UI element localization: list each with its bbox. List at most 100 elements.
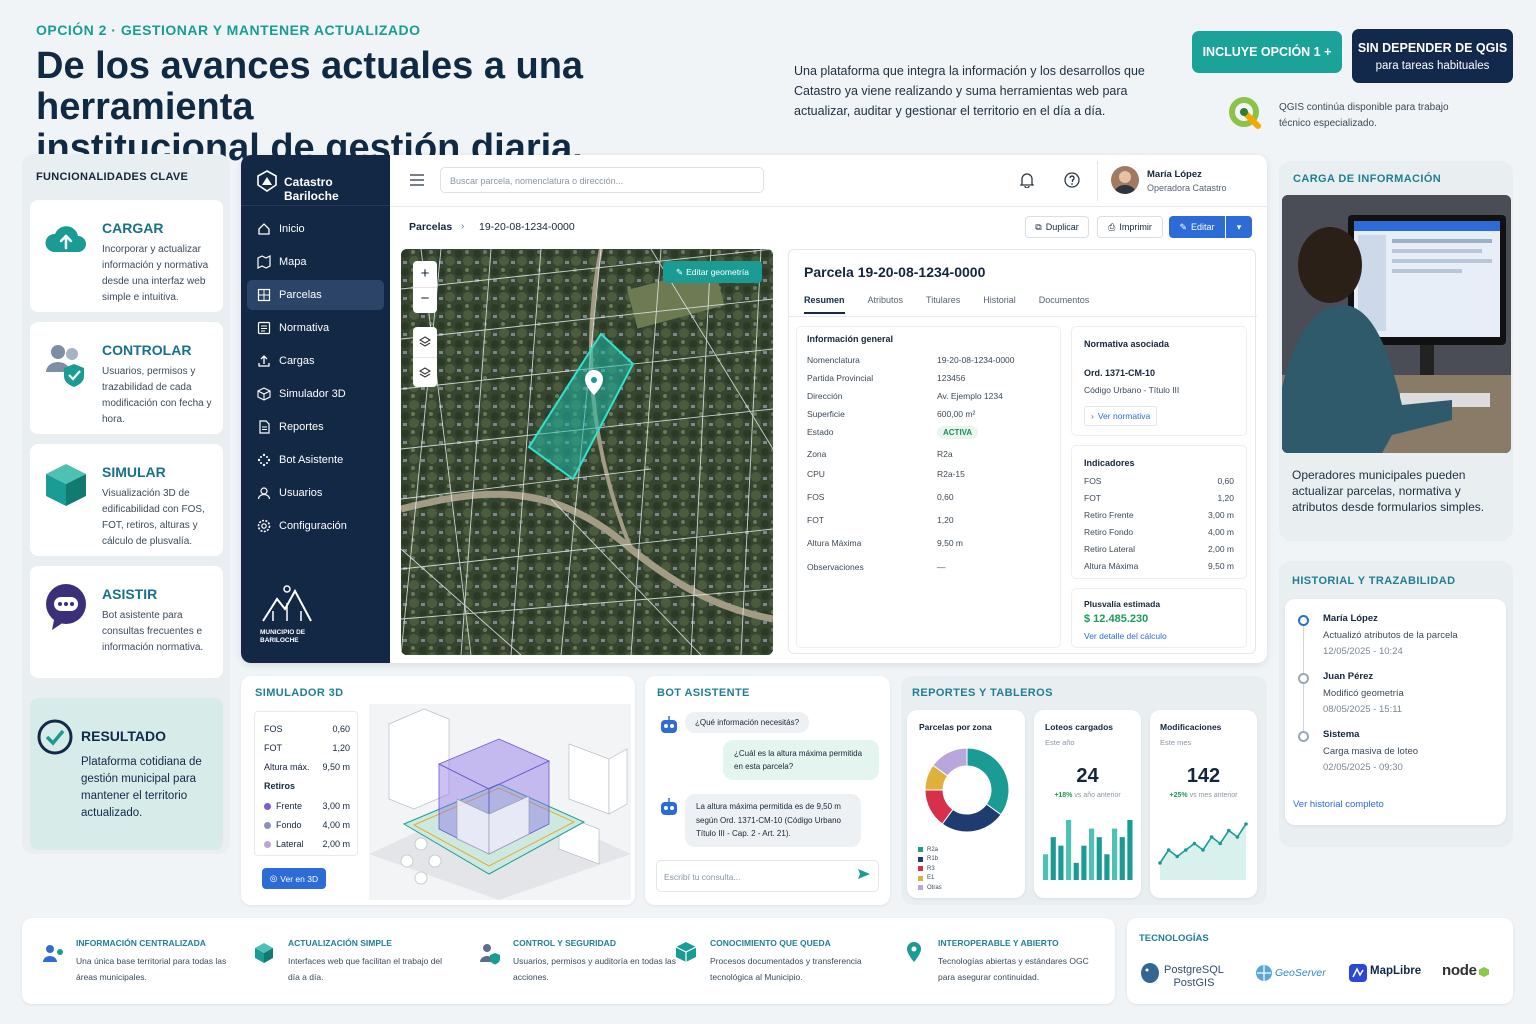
layers-icon[interactable] xyxy=(413,327,437,357)
legend-swatch xyxy=(918,885,923,891)
sidebar-item-bot[interactable]: Bot Asistente xyxy=(247,445,384,475)
sidebar-item-upload[interactable]: Cargas xyxy=(247,346,384,376)
bot-title: BOT ASISTENTE xyxy=(657,687,750,699)
bar xyxy=(1104,854,1110,880)
retiro-value: 4,00 m xyxy=(322,820,350,830)
bar xyxy=(1043,854,1049,880)
legend-swatch xyxy=(918,866,923,872)
modificaciones-card: Modificaciones Este mes 142 +25% vs mes … xyxy=(1150,710,1257,898)
edit-geometry-button[interactable]: ✎ Editar geometría xyxy=(663,261,762,283)
line-point xyxy=(1158,861,1162,865)
timeline-dot xyxy=(1298,731,1309,742)
bar xyxy=(1127,820,1133,880)
sim-param-value: 1,20 xyxy=(332,743,350,753)
benefit-text: Procesos documentados y transferencia te… xyxy=(710,956,862,982)
historial-link[interactable]: Ver historial completo xyxy=(1293,799,1384,810)
timeline-dot xyxy=(1298,615,1309,626)
legend-label: R3 xyxy=(927,865,935,872)
indicators-title: Indicadores xyxy=(1084,458,1135,468)
chat-input[interactable]: Escribí tu consulta... xyxy=(656,860,879,892)
zoom-out-button[interactable]: − xyxy=(413,287,437,313)
historial-when: 02/05/2025 - 09:30 xyxy=(1323,762,1403,773)
bot-panel: BOT ASISTENTE ¿Qué información necesitás… xyxy=(645,676,890,905)
duplicate-button[interactable]: ⧉ Duplicar xyxy=(1025,216,1089,238)
print-button[interactable]: ⎙ Imprimir xyxy=(1097,216,1163,238)
line-point xyxy=(1218,841,1222,846)
bar xyxy=(1119,837,1125,880)
legend-item: R2a xyxy=(918,845,942,855)
sidebar-item-label: Simulador 3D xyxy=(279,388,346,400)
parcel-map[interactable]: + − ✎ Editar geometría xyxy=(401,249,773,655)
feature-text: Usuarios, permisos y trazabilidad de cad… xyxy=(102,366,212,425)
sidebar-item-normativa[interactable]: Normativa xyxy=(247,313,384,343)
feature-title: CONTROLAR xyxy=(102,342,192,358)
sidebar-item-cube[interactable]: Simulador 3D xyxy=(247,379,384,409)
tab-historial[interactable]: Historial xyxy=(983,295,1016,314)
tech-postgis: PostGIS xyxy=(1173,977,1215,989)
legend-item: Otras xyxy=(918,883,942,893)
edit-button[interactable]: ✎ Editar xyxy=(1169,216,1225,238)
3d-building-view[interactable] xyxy=(369,704,631,900)
view-3d-button[interactable]: ◎ Ver en 3D xyxy=(262,868,326,889)
indicator-key: Retiro Frente xyxy=(1084,510,1134,520)
sidebar-item-parcels[interactable]: Parcelas xyxy=(247,280,384,310)
zoom-in-button[interactable]: + xyxy=(413,261,437,287)
indicator-value: 4,00 m xyxy=(1208,527,1234,537)
basemap-icon[interactable] xyxy=(413,357,437,387)
historial-who: Sistema xyxy=(1323,729,1360,740)
robot-icon xyxy=(658,714,680,738)
cube-icon xyxy=(257,387,271,401)
badge-subtitle: para tareas habituales xyxy=(1375,60,1490,72)
general-key: Estado xyxy=(807,427,834,437)
avatar[interactable] xyxy=(1111,166,1139,194)
tab-resumen[interactable]: Resumen xyxy=(804,295,845,314)
postgres-logo: PostgreSQL PostGIS xyxy=(1164,964,1224,990)
tab-documentos[interactable]: Documentos xyxy=(1039,295,1090,314)
plusvalia-title: Plusvalía estimada xyxy=(1084,599,1161,609)
sidebar-item-map[interactable]: Mapa xyxy=(247,247,384,277)
brand-logo-icon xyxy=(256,169,278,193)
breadcrumb-root[interactable]: Parcelas xyxy=(409,221,452,233)
sidebar-item-user[interactable]: Usuarios xyxy=(247,478,384,508)
indicator-key: FOS xyxy=(1084,476,1102,486)
result-title: RESULTADO xyxy=(81,728,167,744)
plusvalia-link[interactable]: Ver detalle del cálculo xyxy=(1084,631,1167,641)
line-area xyxy=(1160,824,1246,880)
loteos-bar-chart xyxy=(1043,820,1133,880)
retiro-key: Frente xyxy=(276,801,303,811)
edit-dropdown-button[interactable]: ▾ xyxy=(1226,216,1252,238)
benefits-strip: INFORMACIÓN CENTRALIZADA Una única base … xyxy=(22,918,1115,1004)
node-logo: node xyxy=(1442,962,1477,979)
menu-icon[interactable] xyxy=(410,174,424,186)
line-point xyxy=(1209,835,1214,839)
chat-bubble-icon xyxy=(40,580,92,632)
tab-titulares[interactable]: Titulares xyxy=(926,295,960,314)
indicator-value: 1,20 xyxy=(1217,493,1234,503)
general-value: 9,50 m xyxy=(937,538,963,548)
upload-icon xyxy=(257,354,271,368)
general-info-card: Información general Nomenclatura 19-20-08… xyxy=(796,326,1061,648)
tech-postgresql: PostgreSQL xyxy=(1164,964,1224,976)
mod-line-chart xyxy=(1158,822,1248,880)
sidebar-item-gear[interactable]: Configuración xyxy=(247,511,384,541)
tab-atributos[interactable]: Atributos xyxy=(868,295,904,314)
sidebar-item-label: Normativa xyxy=(279,322,330,334)
retiro-key: Lateral xyxy=(276,839,304,849)
report-icon xyxy=(257,420,271,434)
chevron-right-icon: › xyxy=(1091,411,1094,421)
bar xyxy=(1081,845,1087,880)
sidebar-item-report[interactable]: Reportes xyxy=(247,412,384,442)
legend-swatch xyxy=(918,875,923,881)
normativa-ord: Ord. 1371-CM-10 xyxy=(1084,368,1156,378)
normativa-icon xyxy=(257,321,271,335)
bell-icon[interactable] xyxy=(1020,172,1034,188)
feature-title: CARGAR xyxy=(102,220,164,236)
view-normativa-link[interactable]: › Ver normativa xyxy=(1084,406,1158,426)
help-icon[interactable] xyxy=(1064,172,1080,188)
sidebar-item-home[interactable]: Inicio xyxy=(247,214,384,244)
carga-panel: CARGA DE INFORMACIÓN Operadores municipa… xyxy=(1279,161,1513,541)
feature-text: Bot asistente para consultas frecuentes … xyxy=(102,610,204,653)
pencil-icon: ✎ xyxy=(676,266,684,277)
send-icon[interactable] xyxy=(857,867,871,881)
search-input[interactable]: Buscar parcela, nomenclatura o dirección… xyxy=(440,167,764,193)
